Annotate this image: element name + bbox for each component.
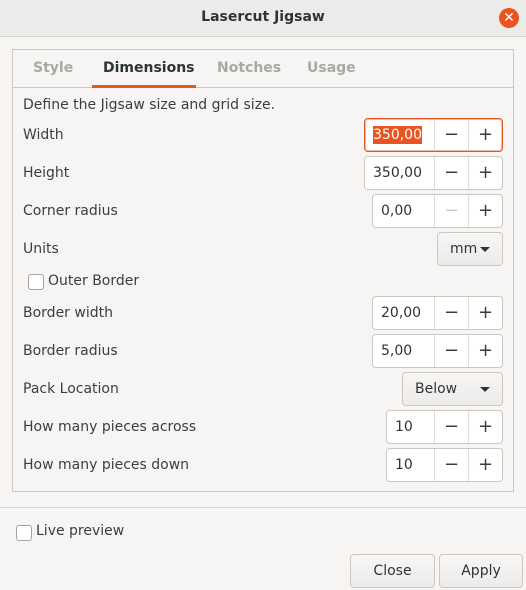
tab-usage[interactable]: Usage xyxy=(307,60,356,76)
pieces-across-decrement-button[interactable]: − xyxy=(434,411,468,443)
pieces-across-spinbutton: 10 − + xyxy=(386,410,503,444)
border-width-decrement-button[interactable]: − xyxy=(434,297,468,329)
apply-button[interactable]: Apply xyxy=(439,554,523,588)
page-description: Define the Jigsaw size and grid size. xyxy=(23,97,276,113)
chevron-down-icon xyxy=(480,387,490,392)
corner-radius-input[interactable]: 0,00 xyxy=(373,195,434,227)
units-label: Units xyxy=(23,241,59,257)
pieces-across-increment-button[interactable]: + xyxy=(468,411,502,443)
border-radius-spinbutton: 5,00 − + xyxy=(372,334,503,368)
width-label: Width xyxy=(23,127,64,143)
live-preview-checkbox[interactable] xyxy=(16,525,32,541)
units-dropdown[interactable]: mm xyxy=(437,232,503,266)
border-width-label: Border width xyxy=(23,305,113,321)
pieces-down-input[interactable]: 10 xyxy=(387,449,434,481)
pieces-down-decrement-button[interactable]: − xyxy=(434,449,468,481)
window-title: Lasercut Jigsaw xyxy=(201,9,325,25)
outer-border-label: Outer Border xyxy=(48,273,140,289)
width-spinbutton: 350,00 − + xyxy=(364,118,503,152)
title-bar: Lasercut Jigsaw ✕ xyxy=(0,0,526,37)
pack-location-dropdown[interactable]: Below xyxy=(402,372,503,406)
tab-bar: Style Dimensions Notches Usage xyxy=(13,50,513,88)
width-increment-button[interactable]: + xyxy=(468,119,502,151)
height-spinbutton: 350,00 − + xyxy=(364,156,503,190)
tab-notches[interactable]: Notches xyxy=(217,60,281,76)
border-radius-label: Border radius xyxy=(23,343,118,359)
live-preview-label: Live preview xyxy=(36,523,125,539)
pack-location-selected: Below xyxy=(415,381,458,397)
tab-notebook: Style Dimensions Notches Usage Define th… xyxy=(12,49,514,492)
border-width-increment-button[interactable]: + xyxy=(468,297,502,329)
border-width-spinbutton: 20,00 − + xyxy=(372,296,503,330)
pieces-down-label: How many pieces down xyxy=(23,457,190,473)
border-width-input[interactable]: 20,00 xyxy=(373,297,434,329)
height-increment-button[interactable]: + xyxy=(468,157,502,189)
height-input[interactable]: 350,00 xyxy=(365,157,434,189)
border-radius-decrement-button[interactable]: − xyxy=(434,335,468,367)
tab-style[interactable]: Style xyxy=(33,60,73,76)
pieces-down-increment-button[interactable]: + xyxy=(468,449,502,481)
units-selected: mm xyxy=(450,241,478,257)
pieces-down-spinbutton: 10 − + xyxy=(386,448,503,482)
tab-dimensions[interactable]: Dimensions xyxy=(103,60,195,76)
corner-radius-spinbutton: 0,00 − + xyxy=(372,194,503,228)
close-icon[interactable]: ✕ xyxy=(499,8,519,28)
corner-radius-increment-button[interactable]: + xyxy=(468,195,502,227)
corner-radius-decrement-button[interactable]: − xyxy=(434,195,468,227)
width-decrement-button[interactable]: − xyxy=(434,119,468,151)
pieces-across-label: How many pieces across xyxy=(23,419,197,435)
outer-border-checkbox[interactable] xyxy=(28,274,44,290)
pack-location-label: Pack Location xyxy=(23,381,119,397)
border-radius-increment-button[interactable]: + xyxy=(468,335,502,367)
corner-radius-label: Corner radius xyxy=(23,203,118,219)
height-decrement-button[interactable]: − xyxy=(434,157,468,189)
pieces-across-input[interactable]: 10 xyxy=(387,411,434,443)
border-radius-input[interactable]: 5,00 xyxy=(373,335,434,367)
height-label: Height xyxy=(23,165,70,181)
dialog-window: Lasercut Jigsaw ✕ Style Dimensions Notch… xyxy=(0,0,526,590)
footer-separator xyxy=(0,507,526,508)
chevron-down-icon xyxy=(480,247,490,252)
width-input[interactable]: 350,00 xyxy=(365,119,434,151)
active-tab-indicator xyxy=(92,85,196,88)
close-button[interactable]: Close xyxy=(350,554,435,588)
